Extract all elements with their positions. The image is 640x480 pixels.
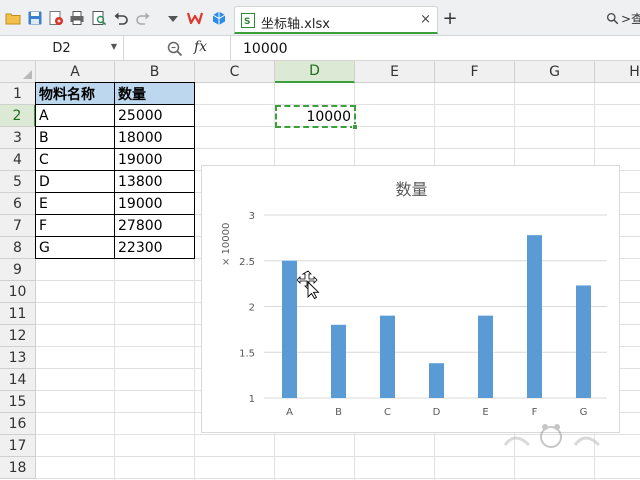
print-icon[interactable]: [68, 9, 86, 27]
quick-access-toolbar: S 坐标轴.xlsx × + >查: [0, 0, 640, 36]
x-category-label: C: [384, 407, 391, 418]
y-tick-label: 3: [249, 211, 255, 222]
table-cell-name[interactable]: E: [36, 193, 115, 215]
row-header-1[interactable]: 1: [0, 83, 36, 105]
search-box[interactable]: >查: [606, 8, 640, 28]
tab-workbook[interactable]: S 坐标轴.xlsx ×: [234, 6, 438, 34]
selected-cell-value: 10000: [306, 109, 351, 125]
search-label: >查: [621, 11, 640, 26]
column-header-b[interactable]: B: [115, 61, 195, 83]
formula-input[interactable]: 10000: [230, 36, 640, 61]
name-box-value: D2: [52, 41, 71, 56]
bar-chart[interactable]: 数量 × 10000 1 1.5 2 2.5 3 A B C D E F G: [201, 165, 620, 433]
dropdown-icon[interactable]: [164, 9, 182, 27]
formula-bar: D2 ▼ fx 10000: [0, 36, 640, 61]
table-cell-qty[interactable]: 27800: [115, 215, 195, 237]
x-category-label: A: [286, 407, 293, 418]
row-header-8[interactable]: 8: [0, 237, 36, 259]
chart-plot: 11.522.53A B C D E F G: [239, 211, 607, 418]
row-header-15[interactable]: 15: [0, 391, 36, 413]
search-icon: [606, 12, 619, 24]
spreadsheet-app: S 坐标轴.xlsx × + >查 D2 ▼ fx 10000 ABCDEFGH…: [0, 0, 640, 480]
undo-icon[interactable]: [112, 9, 130, 27]
wps-logo-icon[interactable]: [186, 9, 204, 27]
name-box[interactable]: D2 ▼: [0, 36, 124, 61]
column-header-a[interactable]: A: [36, 61, 115, 83]
bar-b[interactable]: [331, 324, 346, 398]
bar-a[interactable]: [282, 260, 297, 398]
row-header-17[interactable]: 17: [0, 435, 36, 457]
chevron-down-icon[interactable]: ▼: [111, 42, 117, 51]
save-icon[interactable]: [26, 9, 44, 27]
selected-cell-d2[interactable]: 10000: [275, 105, 358, 130]
excel-file-icon: S: [241, 13, 255, 28]
close-tab-icon[interactable]: ×: [420, 12, 431, 27]
table-cell-name[interactable]: C: [36, 149, 115, 171]
bar-f[interactable]: [527, 235, 542, 398]
row-header-11[interactable]: 11: [0, 303, 36, 325]
row-header-6[interactable]: 6: [0, 193, 36, 215]
x-category-label: E: [482, 407, 488, 418]
table-cell-qty[interactable]: 18000: [115, 127, 195, 149]
table-cell-qty[interactable]: 19000: [115, 149, 195, 171]
table-cell-qty[interactable]: 13800: [115, 171, 195, 193]
svg-text:S: S: [244, 17, 250, 27]
y-tick-label: 2: [249, 303, 255, 314]
x-category-label: D: [433, 407, 441, 418]
row-header-4[interactable]: 4: [0, 149, 36, 171]
insert-function-button[interactable]: fx: [194, 39, 207, 55]
row-header-3[interactable]: 3: [0, 127, 36, 149]
move-cursor-icon: [297, 270, 320, 300]
bar-c[interactable]: [380, 315, 395, 398]
row-header-13[interactable]: 13: [0, 347, 36, 369]
column-header-e[interactable]: E: [355, 61, 435, 83]
column-header-f[interactable]: F: [435, 61, 515, 83]
row-header-18[interactable]: 18: [0, 457, 36, 479]
row-header-5[interactable]: 5: [0, 171, 36, 193]
bar-d[interactable]: [429, 363, 444, 398]
x-category-label: B: [335, 407, 342, 418]
row-header-14[interactable]: 14: [0, 369, 36, 391]
watermark-logo: [503, 424, 601, 448]
column-header-d[interactable]: D: [275, 61, 355, 83]
table-cell-qty[interactable]: 22300: [115, 237, 195, 259]
y-tick-label: 2.5: [239, 257, 255, 268]
row-header-7[interactable]: 7: [0, 215, 36, 237]
row-header-12[interactable]: 12: [0, 325, 36, 347]
print-preview-icon[interactable]: [90, 9, 108, 27]
column-header-g[interactable]: G: [515, 61, 595, 83]
row-gridline: [36, 478, 640, 479]
tab-label: 坐标轴.xlsx: [261, 17, 330, 32]
table-cell-qty[interactable]: 19000: [115, 193, 195, 215]
row-header-9[interactable]: 9: [0, 259, 36, 281]
y-tick-label: 1.5: [239, 348, 255, 359]
table-cell-name[interactable]: F: [36, 215, 115, 237]
table-header-name[interactable]: 物料名称: [36, 83, 115, 105]
redo-icon[interactable]: [134, 9, 152, 27]
bar-e[interactable]: [478, 315, 493, 398]
column-header-c[interactable]: C: [195, 61, 275, 83]
zoom-function-icon[interactable]: [166, 40, 184, 58]
row-header-2[interactable]: 2: [0, 105, 36, 127]
export-pdf-icon[interactable]: [47, 9, 65, 27]
table-cell-name[interactable]: D: [36, 171, 115, 193]
y-tick-label: 1: [249, 394, 255, 405]
row-header-16[interactable]: 16: [0, 413, 36, 435]
table-header-qty[interactable]: 数量: [115, 83, 195, 105]
table-cell-name[interactable]: G: [36, 237, 115, 259]
table-cell-name[interactable]: B: [36, 127, 115, 149]
row-header-10[interactable]: 10: [0, 281, 36, 303]
select-all-corner[interactable]: [0, 61, 36, 83]
new-tab-icon[interactable]: +: [441, 8, 459, 29]
table-cell-qty[interactable]: 25000: [115, 105, 195, 127]
bar-g[interactable]: [576, 285, 591, 398]
column-header-h[interactable]: H: [595, 61, 640, 83]
folder-open-icon[interactable]: [4, 9, 22, 27]
fill-handle[interactable]: [352, 124, 358, 130]
table-cell-name[interactable]: A: [36, 105, 115, 127]
cloud-icon[interactable]: [210, 9, 228, 27]
